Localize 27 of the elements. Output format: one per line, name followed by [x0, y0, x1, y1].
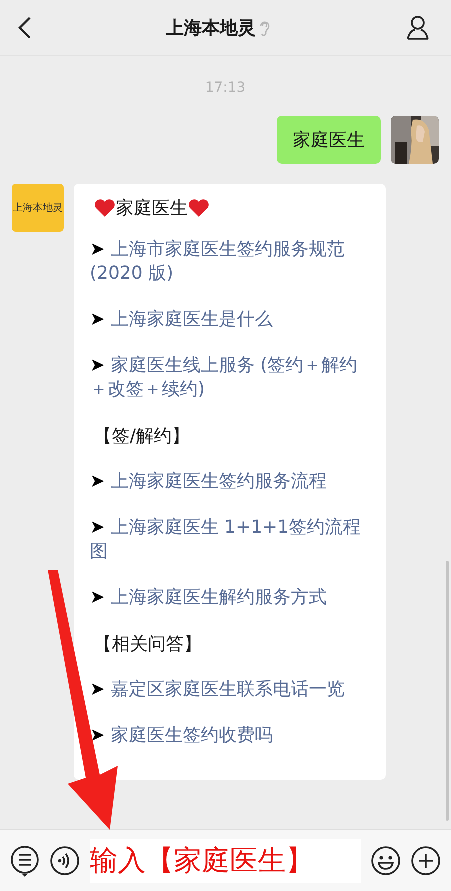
profile-icon[interactable] — [405, 14, 431, 40]
annotation-text: 输入【家庭医生】 — [90, 842, 314, 878]
input-field[interactable]: 输入【家庭医生】 — [90, 838, 361, 882]
section-heading: 【签/解约】 — [94, 425, 192, 448]
plus-icon[interactable] — [411, 846, 441, 876]
back-icon[interactable] — [18, 16, 32, 40]
heart-icon — [188, 198, 210, 218]
chat-title: 上海本地灵 — [166, 16, 256, 40]
heart-icon — [94, 198, 116, 218]
article-link[interactable]: ➤ 上海家庭医生 1+1+1签约流程图 — [90, 516, 370, 564]
article-link[interactable]: ➤ 上海家庭医生签约服务流程 — [90, 470, 370, 494]
account-avatar[interactable]: 上海本地灵 — [12, 184, 64, 232]
menu-icon[interactable] — [10, 844, 40, 876]
article-heading: 家庭医生 — [116, 197, 188, 220]
scrollbar[interactable] — [446, 561, 449, 821]
article-link[interactable]: ➤ 嘉定区家庭医生联系电话一览 — [90, 678, 370, 702]
message-bubble: 家庭医生 — [277, 116, 381, 164]
timestamp: 17:13 — [204, 80, 247, 96]
article-link[interactable]: ➤ 上海家庭医生是什么 — [90, 308, 370, 332]
ear-icon — [259, 20, 271, 36]
article-link[interactable]: ➤ 家庭医生签约收费吗 — [90, 724, 370, 748]
article-link[interactable]: ➤ 上海家庭医生解约服务方式 — [90, 586, 370, 610]
section-heading: 【相关问答】 — [94, 633, 203, 656]
article-link[interactable]: ➤ 上海市家庭医生签约服务规范 (2020 版) — [90, 238, 370, 286]
article-link[interactable]: ➤ 家庭医生线上服务 (签约＋解约＋改签＋续约) — [90, 354, 370, 402]
voice-icon[interactable] — [50, 846, 80, 876]
emoji-icon[interactable] — [371, 846, 401, 876]
